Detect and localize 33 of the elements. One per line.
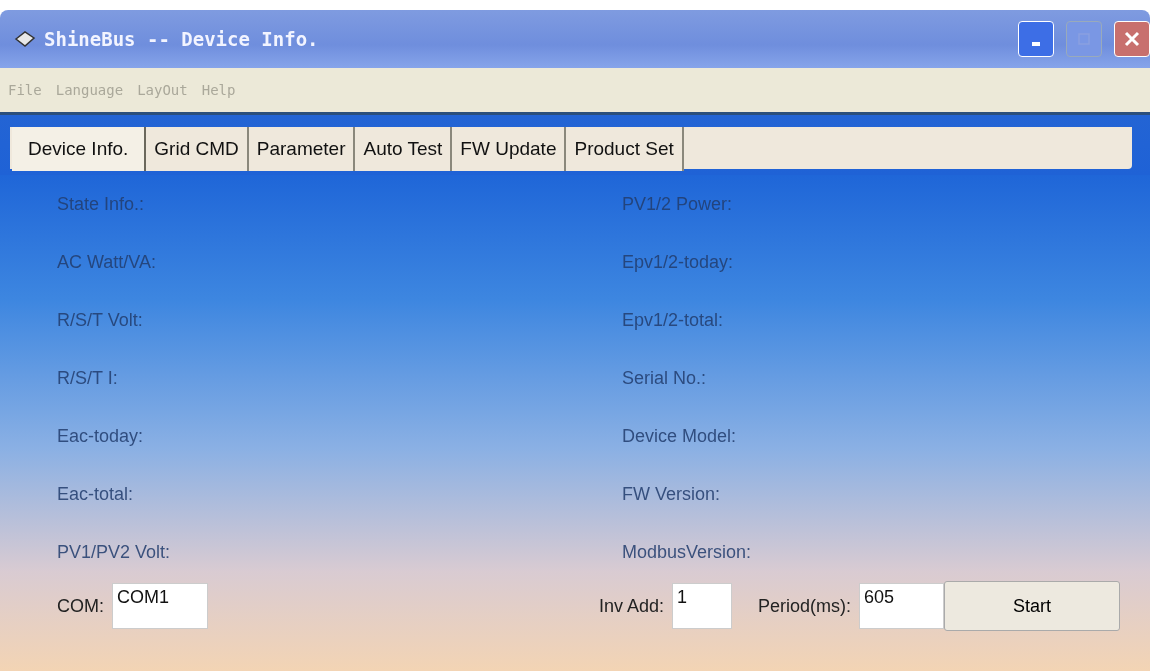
field-label: ModbusVersion:: [622, 541, 753, 564]
inv-address-label: Inv Add:: [598, 595, 664, 617]
app-icon: [14, 30, 36, 48]
start-button[interactable]: Start: [944, 581, 1120, 631]
field-label: Device Model:: [622, 425, 738, 448]
field-label: AC Watt/VA:: [57, 251, 158, 274]
field-label: FW Version:: [622, 483, 722, 506]
tab[interactable]: Parameter: [248, 127, 356, 171]
field-label: R/S/T I:: [57, 367, 119, 390]
field-label: Epv1/2-total:: [622, 309, 725, 332]
field-label: State Info.:: [57, 193, 146, 216]
minimize-icon: [1032, 42, 1040, 46]
tab[interactable]: Auto Test: [355, 127, 453, 171]
minimize-button[interactable]: [1018, 21, 1054, 57]
tab[interactable]: Device Info.: [12, 127, 147, 171]
inv-address-field[interactable]: 1: [672, 583, 732, 629]
com-field[interactable]: COM1: [112, 583, 208, 629]
field-label: R/S/T Volt:: [57, 309, 144, 332]
com-label: COM:: [57, 595, 104, 617]
field-label: PV1/2 Power:: [622, 193, 734, 216]
window-title: ShineBus -- Device Info.: [44, 28, 319, 50]
period-field[interactable]: 605: [859, 583, 944, 629]
field-label: Eac-today:: [57, 425, 145, 448]
field-label: Epv1/2-today:: [622, 251, 735, 274]
close-icon: [1123, 30, 1141, 48]
tab[interactable]: Product Set: [566, 127, 684, 171]
tab[interactable]: Grid CMD: [146, 127, 249, 171]
field-label: PV1/PV2 Volt:: [57, 541, 172, 564]
field-label: Eac-total:: [57, 483, 135, 506]
field-label: Serial No.:: [622, 367, 708, 390]
period-label: Period(ms):: [758, 595, 851, 617]
tab[interactable]: FW Update: [452, 127, 567, 171]
close-button[interactable]: [1114, 21, 1150, 57]
